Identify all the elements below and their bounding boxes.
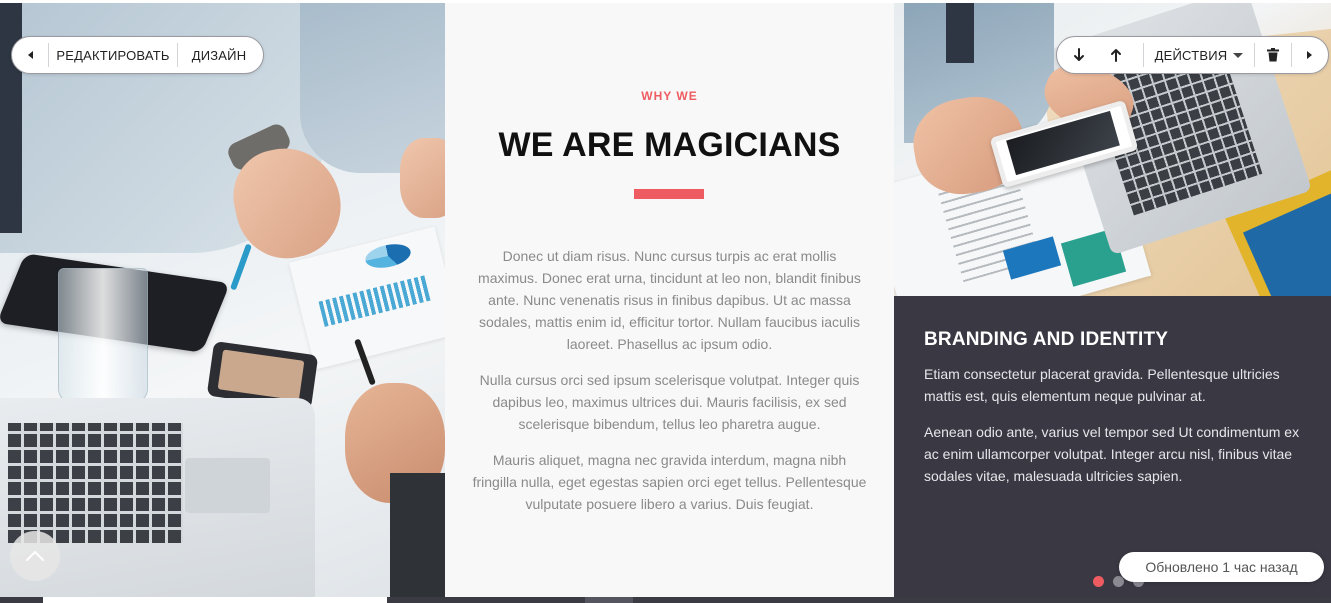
move-down-button[interactable] <box>1057 37 1101 73</box>
design-button[interactable]: ДИЗАЙН <box>178 37 260 73</box>
slider-dot-2[interactable] <box>1113 576 1124 587</box>
bottom-strip-light-segment <box>43 597 387 603</box>
edit-button[interactable]: РЕДАКТИРОВАТЬ <box>49 37 177 73</box>
trash-icon <box>1267 48 1279 62</box>
why-we-section: WHY WE WE ARE MAGICIANS Donec ut diam ri… <box>445 3 894 597</box>
arrow-down-icon <box>1074 48 1084 61</box>
triangle-right-icon <box>1306 51 1312 59</box>
slide-paragraph-2: Aenean odio ante, varius vel tempor sed … <box>924 424 1300 484</box>
slide-title: BRANDING AND IDENTITY <box>924 329 1169 350</box>
section-paragraph-3: Mauris aliquet, magna nec gravida interd… <box>472 452 867 512</box>
status-badge: Обновлено 1 час назад <box>1119 552 1324 582</box>
chevron-down-icon <box>1233 52 1244 58</box>
block-editor-toolbar-right: ДЕЙСТВИЯ <box>1056 36 1329 74</box>
actions-label: ДЕЙСТВИЯ <box>1154 47 1228 63</box>
triangle-left-icon <box>27 51 33 59</box>
title-underline <box>634 189 704 199</box>
prev-block-button[interactable] <box>12 37 48 73</box>
next-block-button[interactable] <box>1292 37 1326 73</box>
delete-block-button[interactable] <box>1255 37 1291 73</box>
section-eyebrow: WHY WE <box>641 89 698 103</box>
block-editor-toolbar-left: РЕДАКТИРОВАТЬ ДИЗАЙН <box>11 36 264 74</box>
section-paragraph-2: Nulla cursus orci sed ipsum scelerisque … <box>479 372 860 432</box>
move-up-button[interactable] <box>1101 37 1131 73</box>
slider-dot-1[interactable] <box>1093 576 1104 587</box>
section-title: WE ARE MAGICIANS <box>498 126 841 164</box>
slide-paragraph-1: Etiam consectetur placerat gravida. Pell… <box>924 366 1280 404</box>
section-paragraph-1: Donec ut diam risus. Nunc cursus turpis … <box>478 248 861 352</box>
chevron-up-icon <box>26 551 44 561</box>
scroll-to-top-button[interactable] <box>10 531 60 581</box>
left-photo <box>0 3 445 597</box>
actions-dropdown[interactable]: ДЕЙСТВИЯ <box>1144 37 1254 73</box>
arrow-up-icon <box>1111 49 1121 62</box>
bottom-strip-mid-segment <box>585 597 633 603</box>
